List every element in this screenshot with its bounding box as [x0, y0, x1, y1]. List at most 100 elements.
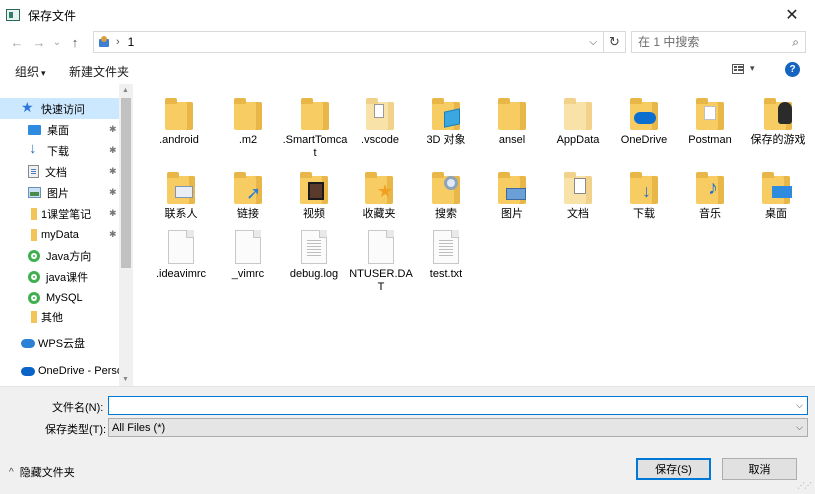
file-name: OneDrive	[620, 134, 668, 146]
file-item[interactable]: 保存的游戏	[743, 96, 813, 147]
back-button[interactable]: ←	[6, 31, 28, 53]
pin-icon[interactable]: ✱	[109, 166, 117, 177]
sidebar-item-label: 其他	[41, 311, 63, 324]
pin-icon[interactable]: ✱	[109, 208, 117, 219]
filename-field[interactable]: ⌵	[108, 396, 808, 415]
help-button[interactable]: ?	[785, 62, 800, 77]
sidebar-item-java-courseware[interactable]: java课件	[0, 266, 88, 287]
refresh-button[interactable]: ↻	[604, 31, 626, 53]
filename-input[interactable]	[112, 397, 792, 414]
search-input[interactable]	[638, 33, 788, 51]
file-item[interactable]: debug.log	[281, 230, 347, 281]
scrollbar-thumb[interactable]	[121, 98, 131, 268]
desktop-icon	[28, 125, 41, 135]
command-bar: 组织 ▾ 新建文件夹 ▾	[0, 58, 815, 82]
text-file-icon	[433, 230, 459, 264]
chevron-up-icon: ^	[9, 466, 14, 478]
close-button[interactable]: ✕	[769, 0, 815, 30]
file-item[interactable]: _vimrc	[215, 230, 281, 281]
caret-down-icon: ▾	[41, 68, 46, 78]
green-app-icon	[28, 249, 40, 262]
folder-searches-icon	[432, 170, 460, 204]
pin-icon[interactable]: ✱	[109, 124, 117, 135]
sidebar-item-label: 1课堂笔记	[41, 208, 92, 221]
cancel-button[interactable]: 取消	[722, 458, 797, 480]
filetype-value: All Files (*)	[112, 421, 166, 434]
file-item[interactable]: ♪ 音乐	[677, 170, 743, 221]
hide-folders-toggle[interactable]: ^ 隐藏文件夹	[9, 464, 75, 480]
file-name: 文档	[567, 208, 589, 220]
onedrive-icon	[21, 367, 35, 376]
sidebar-item-quick-access[interactable]: 快速访问	[0, 98, 119, 119]
recent-locations-button[interactable]: ⌄	[50, 31, 64, 53]
file-item[interactable]: 搜索	[413, 170, 479, 221]
address-bar[interactable]: › 1 ⌵	[93, 31, 604, 53]
sidebar-item-label: 下载	[47, 145, 69, 158]
search-icon[interactable]: ⌕	[792, 35, 799, 50]
filetype-select[interactable]: All Files (*) ⌵	[108, 418, 808, 437]
folder-onedrive-icon	[630, 96, 658, 130]
sidebar-item-documents[interactable]: 文档	[0, 161, 67, 182]
sidebar-item-label: OneDrive - Perso	[38, 364, 123, 377]
search-box[interactable]: ⌕	[631, 31, 806, 53]
sidebar-item-downloads[interactable]: 下载	[0, 140, 69, 161]
folder-icon	[498, 96, 526, 130]
forward-button[interactable]: →	[28, 31, 50, 53]
file-item[interactable]: 视频	[281, 170, 347, 221]
up-button[interactable]: ↑	[64, 31, 86, 53]
file-item[interactable]: .SmartTomcat	[282, 96, 348, 160]
file-item[interactable]: .android	[146, 96, 212, 147]
organize-menu[interactable]: 组织 ▾	[15, 63, 46, 80]
save-button[interactable]: 保存(S)	[636, 458, 711, 480]
file-item[interactable]: Postman	[677, 96, 743, 147]
folder-downloads-icon: ↓	[630, 170, 658, 204]
file-item[interactable]: 图片	[479, 170, 545, 221]
text-file-icon	[301, 230, 327, 264]
file-item[interactable]: AppData	[545, 96, 611, 147]
file-item[interactable]: .ideavimrc	[148, 230, 214, 281]
change-view-button[interactable]: ▾	[732, 63, 755, 74]
breadcrumb-separator[interactable]: ›	[116, 36, 120, 48]
pin-icon[interactable]: ✱	[109, 187, 117, 198]
file-item[interactable]: NTUSER.DAT	[347, 230, 415, 294]
blank-file-icon	[368, 230, 394, 264]
save-form: 文件名(N): ⌵ 保存类型(T): All Files (*) ⌵ ^ 隐藏文…	[0, 386, 815, 494]
window-title: 保存文件	[28, 8, 77, 23]
folder-vscode-icon	[366, 96, 394, 130]
sidebar-item-mysql[interactable]: MySQL	[0, 287, 83, 308]
pin-icon[interactable]: ✱	[109, 145, 117, 156]
file-item[interactable]: ↓ 下载	[611, 170, 677, 221]
sidebar-item-onedrive[interactable]: OneDrive - Perso	[0, 360, 123, 381]
resize-grip-icon[interactable]: ⋰⋰	[797, 481, 812, 490]
sidebar-item-pictures[interactable]: 图片	[0, 182, 69, 203]
chevron-down-icon[interactable]: ⌵	[796, 400, 803, 411]
file-item[interactable]: 3D 对象	[413, 96, 479, 147]
chevron-down-icon[interactable]: ⌵	[589, 37, 597, 48]
file-item[interactable]: 桌面	[743, 170, 809, 221]
pin-icon[interactable]: ✱	[109, 229, 117, 240]
sidebar-item-desktop[interactable]: 桌面	[0, 119, 69, 140]
folder-favorites-icon: ★	[365, 170, 393, 204]
chevron-down-icon[interactable]: ⌵	[796, 422, 803, 433]
file-item[interactable]: .vscode	[347, 96, 413, 147]
file-item[interactable]: OneDrive	[611, 96, 677, 147]
breadcrumb[interactable]: 1	[128, 35, 135, 49]
sidebar-item-java-direction[interactable]: Java方向	[0, 245, 91, 266]
scroll-up-icon[interactable]: ▲	[122, 87, 129, 94]
file-item[interactable]: ansel	[479, 96, 545, 147]
scroll-down-icon[interactable]: ▼	[122, 376, 129, 383]
file-item[interactable]: .m2	[215, 96, 281, 147]
sidebar-item-mydata[interactable]: myData	[0, 224, 79, 245]
file-item[interactable]: 联系人	[148, 170, 214, 221]
sidebar-scrollbar[interactable]: ▲ ▼	[119, 84, 133, 386]
file-item[interactable]: ➚ 链接	[215, 170, 281, 221]
sidebar-item-wps-cloud[interactable]: WPS云盘	[0, 332, 85, 353]
file-item[interactable]: ★ 收藏夹	[346, 170, 412, 221]
file-item[interactable]: 文档	[545, 170, 611, 221]
wps-cloud-icon	[21, 339, 35, 348]
sidebar-item-other[interactable]: 其他	[0, 306, 63, 327]
file-item[interactable]: test.txt	[413, 230, 479, 281]
file-name: 3D 对象	[426, 134, 466, 146]
sidebar-item-notes[interactable]: 1课堂笔记	[0, 203, 91, 224]
new-folder-button[interactable]: 新建文件夹	[69, 63, 129, 80]
